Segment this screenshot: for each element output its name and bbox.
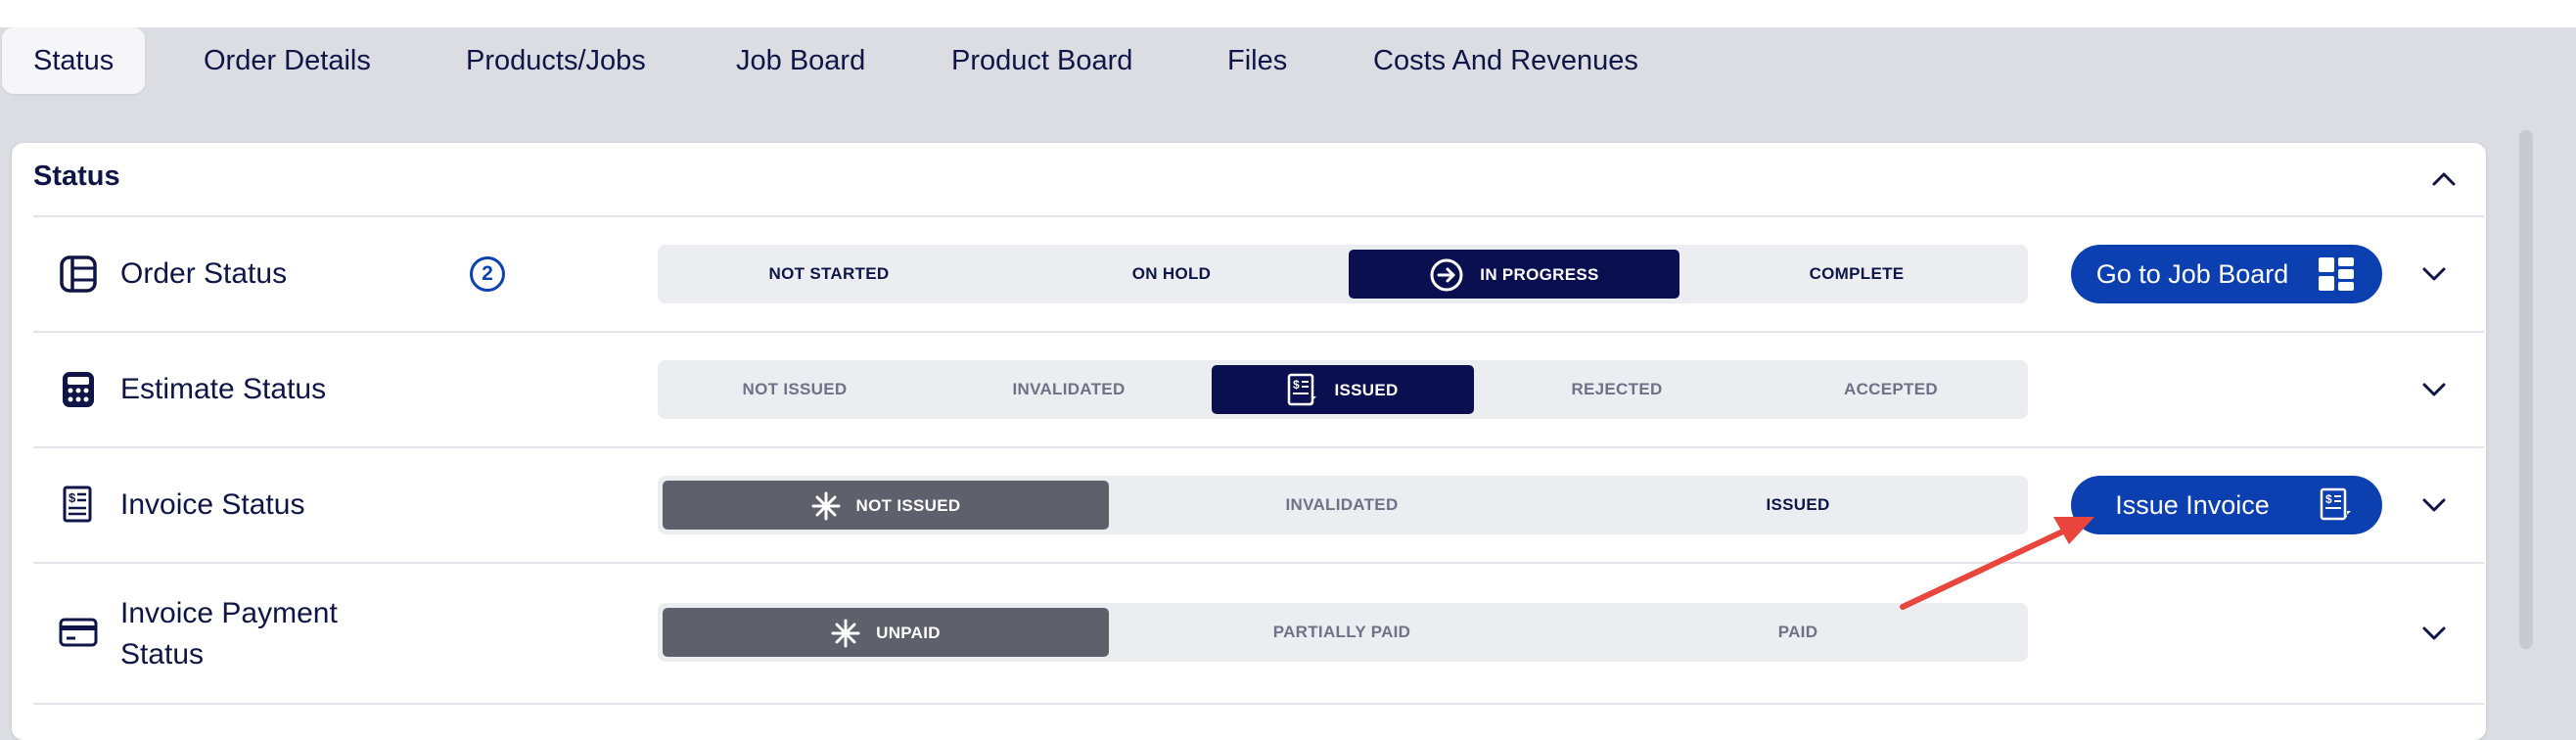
order-status-selector: NOT STARTED ON HOLD IN PROGRESS COMPLETE <box>658 245 2028 303</box>
chevron-down-icon[interactable] <box>2419 259 2449 289</box>
board-grid-icon <box>2319 257 2354 291</box>
invoice-payment-status-option-unpaid-label: UNPAID <box>876 623 941 642</box>
next-row-partial <box>33 703 2484 734</box>
tab-products-jobs[interactable]: Products/Jobs <box>466 27 646 94</box>
invoice-payment-status-label: Invoice Payment Status <box>120 593 338 675</box>
order-status-option-in-progress[interactable]: IN PROGRESS <box>1349 250 1679 299</box>
order-status-row: Order Status 2 NOT STARTED ON HOLD IN PR… <box>33 215 2484 331</box>
order-status-count-badge: 2 <box>470 256 505 292</box>
invoice-payment-status-row: Invoice Payment Status UNPAID PARTIALLY … <box>33 562 2484 703</box>
invoice-payment-status-label-line2: Status <box>120 638 205 671</box>
panel-title: Status <box>33 161 120 192</box>
svg-text:$: $ <box>69 490 76 505</box>
chevron-down-icon[interactable] <box>2419 375 2449 404</box>
order-status-option-in-progress-label: IN PROGRESS <box>1480 264 1599 284</box>
arrow-circle-right-icon <box>1430 258 1463 292</box>
estimate-status-option-rejected[interactable]: REJECTED <box>1480 360 1754 419</box>
invoice-payment-status-option-unpaid[interactable]: UNPAID <box>663 608 1109 657</box>
tab-status[interactable]: Status <box>2 27 146 94</box>
invoice-status-row: $ Invoice Status NOT ISSUED INVALIDATED … <box>33 446 2484 562</box>
estimate-status-option-issued[interactable]: $ ISSUED <box>1212 365 1474 414</box>
go-to-job-board-label: Go to Job Board <box>2095 259 2289 289</box>
go-to-job-board-button[interactable]: Go to Job Board <box>2071 245 2382 303</box>
order-status-option-complete[interactable]: COMPLETE <box>1685 245 2028 303</box>
issue-invoice-label: Issue Invoice <box>2115 490 2270 520</box>
invoice-icon: $ <box>63 486 92 523</box>
estimate-status-option-not-issued[interactable]: NOT ISSUED <box>658 360 932 419</box>
estimate-status-label: Estimate Status <box>120 373 327 405</box>
issue-invoice-button[interactable]: Issue Invoice $ <box>2071 476 2382 534</box>
order-list-icon <box>60 255 97 293</box>
estimate-status-option-invalidated[interactable]: INVALIDATED <box>932 360 1206 419</box>
invoice-status-option-issued[interactable]: ISSUED <box>1570 476 2026 534</box>
asterisk-icon <box>811 491 841 521</box>
tab-order-details[interactable]: Order Details <box>204 27 371 94</box>
invoice-status-option-not-issued[interactable]: NOT ISSUED <box>663 481 1109 530</box>
estimate-status-option-accepted[interactable]: ACCEPTED <box>1754 360 2028 419</box>
asterisk-icon <box>831 619 860 648</box>
tab-job-board[interactable]: Job Board <box>736 27 865 94</box>
invoice-payment-status-option-partially-paid[interactable]: PARTIALLY PAID <box>1114 603 1570 662</box>
estimate-status-row: Estimate Status NOT ISSUED INVALIDATED $… <box>33 331 2484 446</box>
tab-files[interactable]: Files <box>1227 27 1287 94</box>
order-status-option-on-hold[interactable]: ON HOLD <box>1000 245 1343 303</box>
invoice-doc-icon: $ <box>2320 487 2351 521</box>
estimate-status-option-issued-label: ISSUED <box>1334 380 1399 399</box>
chevron-down-icon[interactable] <box>2419 619 2449 648</box>
invoice-payment-status-label-line1: Invoice Payment <box>120 597 338 629</box>
order-status-option-not-started[interactable]: NOT STARTED <box>658 245 1000 303</box>
chevron-down-icon[interactable] <box>2419 490 2449 520</box>
tab-bar: Status Order Details Products/Jobs Job B… <box>0 27 1664 94</box>
invoice-payment-status-option-paid[interactable]: PAID <box>1570 603 2026 662</box>
credit-card-icon <box>59 618 98 647</box>
top-strip <box>0 0 2576 27</box>
chevron-up-icon[interactable] <box>2429 164 2459 194</box>
scrollbar[interactable] <box>2519 130 2533 649</box>
invoice-doc-icon: $ <box>1288 373 1317 406</box>
svg-text:$: $ <box>1293 378 1300 392</box>
order-status-label: Order Status <box>120 257 288 290</box>
invoice-status-option-not-issued-label: NOT ISSUED <box>855 495 961 515</box>
invoice-status-option-invalidated[interactable]: INVALIDATED <box>1114 476 1570 534</box>
invoice-status-selector: NOT ISSUED INVALIDATED ISSUED <box>658 476 2028 534</box>
calculator-icon <box>63 372 94 407</box>
svg-text:$: $ <box>2325 492 2332 506</box>
invoice-payment-status-selector: UNPAID PARTIALLY PAID PAID <box>658 603 2028 662</box>
estimate-status-selector: NOT ISSUED INVALIDATED $ ISSUED REJECTED… <box>658 360 2028 419</box>
invoice-status-label: Invoice Status <box>120 488 305 521</box>
tab-product-board[interactable]: Product Board <box>951 27 1132 94</box>
tab-costs-and-revenues[interactable]: Costs And Revenues <box>1373 27 1638 94</box>
